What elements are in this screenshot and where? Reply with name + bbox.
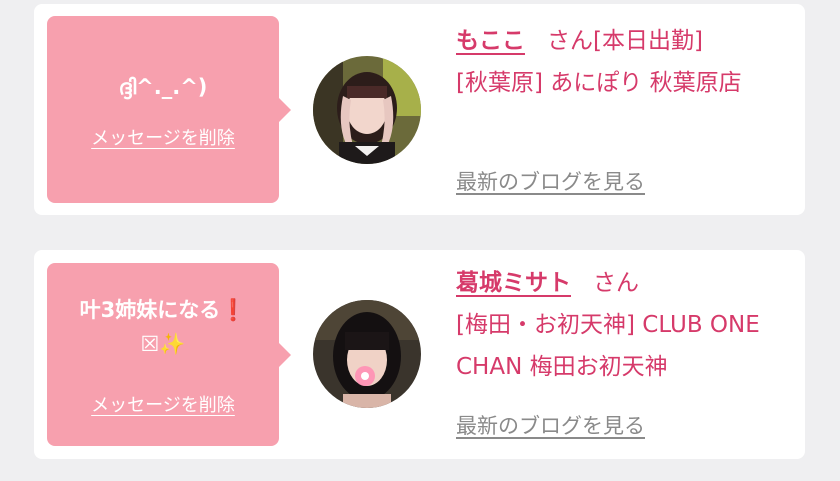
cast-suffix: さん (593, 270, 639, 296)
cast-photo (313, 300, 421, 408)
message-text: ദ്ദി^._.^) (118, 75, 208, 99)
message-bubble: ദ്ദി^._.^) メッセージを削除 (47, 16, 291, 203)
message-text: 叶3姉妹になる❗ ☒✨ (47, 293, 279, 361)
cast-info: 葛城ミサト さん [梅田・お初天神] CLUB ONE CHAN 梅田お初天神 (456, 264, 796, 388)
cast-suffix: さん (547, 28, 593, 54)
cast-shop: [梅田・お初天神] CLUB ONE CHAN 梅田お初天神 (456, 312, 760, 380)
message-card: ദ്ദി^._.^) メッセージを削除 もここ さん[本日出勤] [秋葉原] あに… (34, 4, 805, 215)
cast-avatar[interactable] (313, 56, 421, 164)
sparkle-icon: ✨ (159, 332, 186, 356)
cast-name-link[interactable]: 葛城ミサト (456, 270, 571, 296)
cast-name-link[interactable]: もここ (456, 28, 525, 54)
cast-avatar[interactable] (313, 300, 421, 408)
box-icon: ☒ (140, 332, 160, 356)
cast-shop: [秋葉原] あにぽり 秋葉原店 (456, 70, 742, 96)
message-bubble: 叶3姉妹になる❗ ☒✨ メッセージを削除 (47, 263, 291, 446)
view-latest-blog-link[interactable]: 最新のブログを見る (456, 166, 645, 196)
delete-message-link[interactable]: メッセージを削除 (47, 391, 279, 417)
exclamation-icon: ❗ (220, 298, 247, 322)
view-latest-blog-link[interactable]: 最新のブログを見る (456, 410, 645, 440)
delete-message-link[interactable]: メッセージを削除 (47, 124, 279, 150)
cast-info: もここ さん[本日出勤] [秋葉原] あにぽり 秋葉原店 (456, 22, 796, 104)
message-text-line: 叶3姉妹になる (79, 298, 221, 322)
message-card: 叶3姉妹になる❗ ☒✨ メッセージを削除 葛城ミサト さん [梅田・お初天神] C… (34, 250, 805, 459)
cast-status: [本日出勤] (593, 28, 703, 54)
cast-photo (313, 56, 421, 164)
